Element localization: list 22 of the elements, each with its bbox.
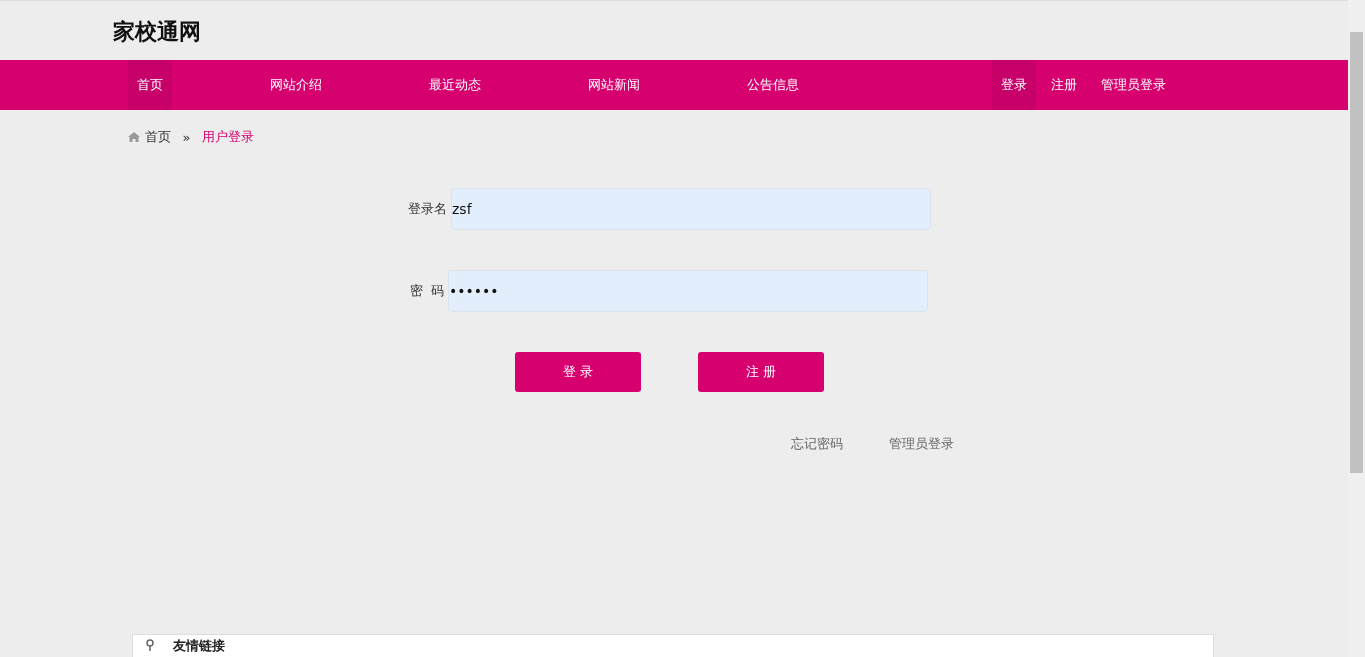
input-field[interactable]: ••••••	[448, 270, 928, 312]
panel-title: 友情链接	[173, 639, 225, 653]
breadcrumb-current: 用户登录	[202, 128, 255, 146]
nav-link[interactable]: 管理员登录	[1091, 60, 1175, 110]
nav-link[interactable]: 网站介绍	[260, 60, 331, 110]
home-icon	[127, 132, 140, 142]
breadcrumb-separator: »	[182, 129, 191, 145]
field-label: 登录名	[407, 200, 448, 218]
form-button[interactable]: 登 录	[515, 352, 641, 392]
nav-link[interactable]: 注册	[1041, 60, 1086, 110]
nav-link[interactable]: 最近动态	[419, 60, 490, 110]
nav-link[interactable]: 公告信息	[737, 60, 808, 110]
site-title: 家校通网	[112, 18, 201, 46]
input-field[interactable]: zsf	[451, 188, 931, 230]
field-label: 密 码	[408, 282, 445, 300]
nav-link[interactable]: 首页	[127, 60, 172, 110]
form-button[interactable]: 注 册	[698, 352, 824, 392]
nav-link[interactable]: 网站新闻	[578, 60, 649, 110]
nav-link[interactable]: 登录	[991, 60, 1036, 110]
breadcrumb-link[interactable]: 首页	[144, 128, 171, 146]
text-link[interactable]: 管理员登录	[889, 435, 954, 453]
text-link[interactable]: 忘记密码	[791, 435, 843, 453]
